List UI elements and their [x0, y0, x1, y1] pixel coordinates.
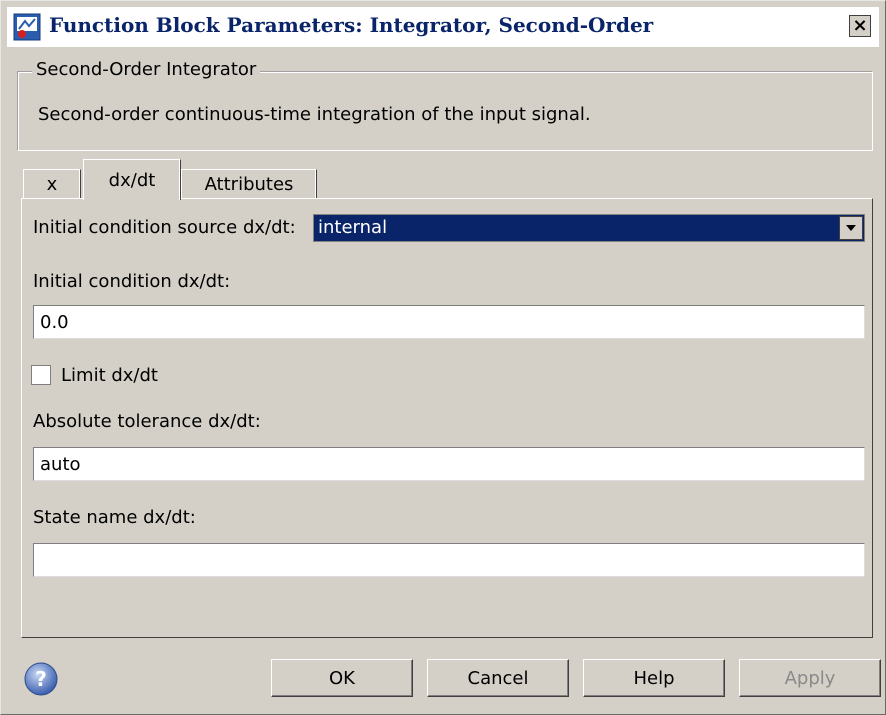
state-name-input[interactable] [33, 543, 865, 577]
tab-x[interactable]: x [23, 169, 81, 199]
ic-source-select[interactable]: internal [313, 214, 865, 242]
ic-input[interactable] [33, 305, 865, 339]
chevron-down-icon [846, 225, 856, 231]
help-button[interactable]: Help [583, 659, 725, 697]
close-button[interactable]: × [849, 15, 871, 37]
tab-dx-dt[interactable]: dx/dt [83, 159, 181, 200]
limit-label: Limit dx/dt [61, 365, 158, 386]
ic-source-label: Initial condition source dx/dt: [33, 217, 296, 238]
window-title: Function Block Parameters: Integrator, S… [49, 13, 654, 37]
apply-button[interactable]: Apply [739, 659, 881, 697]
close-icon: × [852, 15, 868, 36]
group-legend: Second-Order Integrator [32, 59, 261, 80]
svg-text:?: ? [35, 667, 47, 691]
limit-checkbox[interactable] [31, 365, 51, 385]
cancel-button[interactable]: Cancel [427, 659, 569, 697]
dropdown-button[interactable] [839, 216, 863, 240]
abs-tol-input[interactable] [33, 447, 865, 481]
block-description: Second-order continuous-time integration… [38, 104, 591, 125]
ic-source-value: internal [318, 217, 388, 238]
abs-tol-label: Absolute tolerance dx/dt: [33, 411, 261, 432]
state-name-label: State name dx/dt: [33, 507, 196, 528]
dialog-window: Function Block Parameters: Integrator, S… [0, 0, 886, 715]
title-bar: Function Block Parameters: Integrator, S… [7, 7, 879, 47]
ok-button[interactable]: OK [271, 659, 413, 697]
help-icon[interactable]: ? [23, 661, 59, 697]
block-description-group: Second-Order Integrator Second-order con… [17, 59, 873, 151]
tab-attributes[interactable]: Attributes [181, 169, 317, 199]
ic-label: Initial condition dx/dt: [33, 271, 231, 292]
simulink-app-icon [13, 13, 41, 41]
